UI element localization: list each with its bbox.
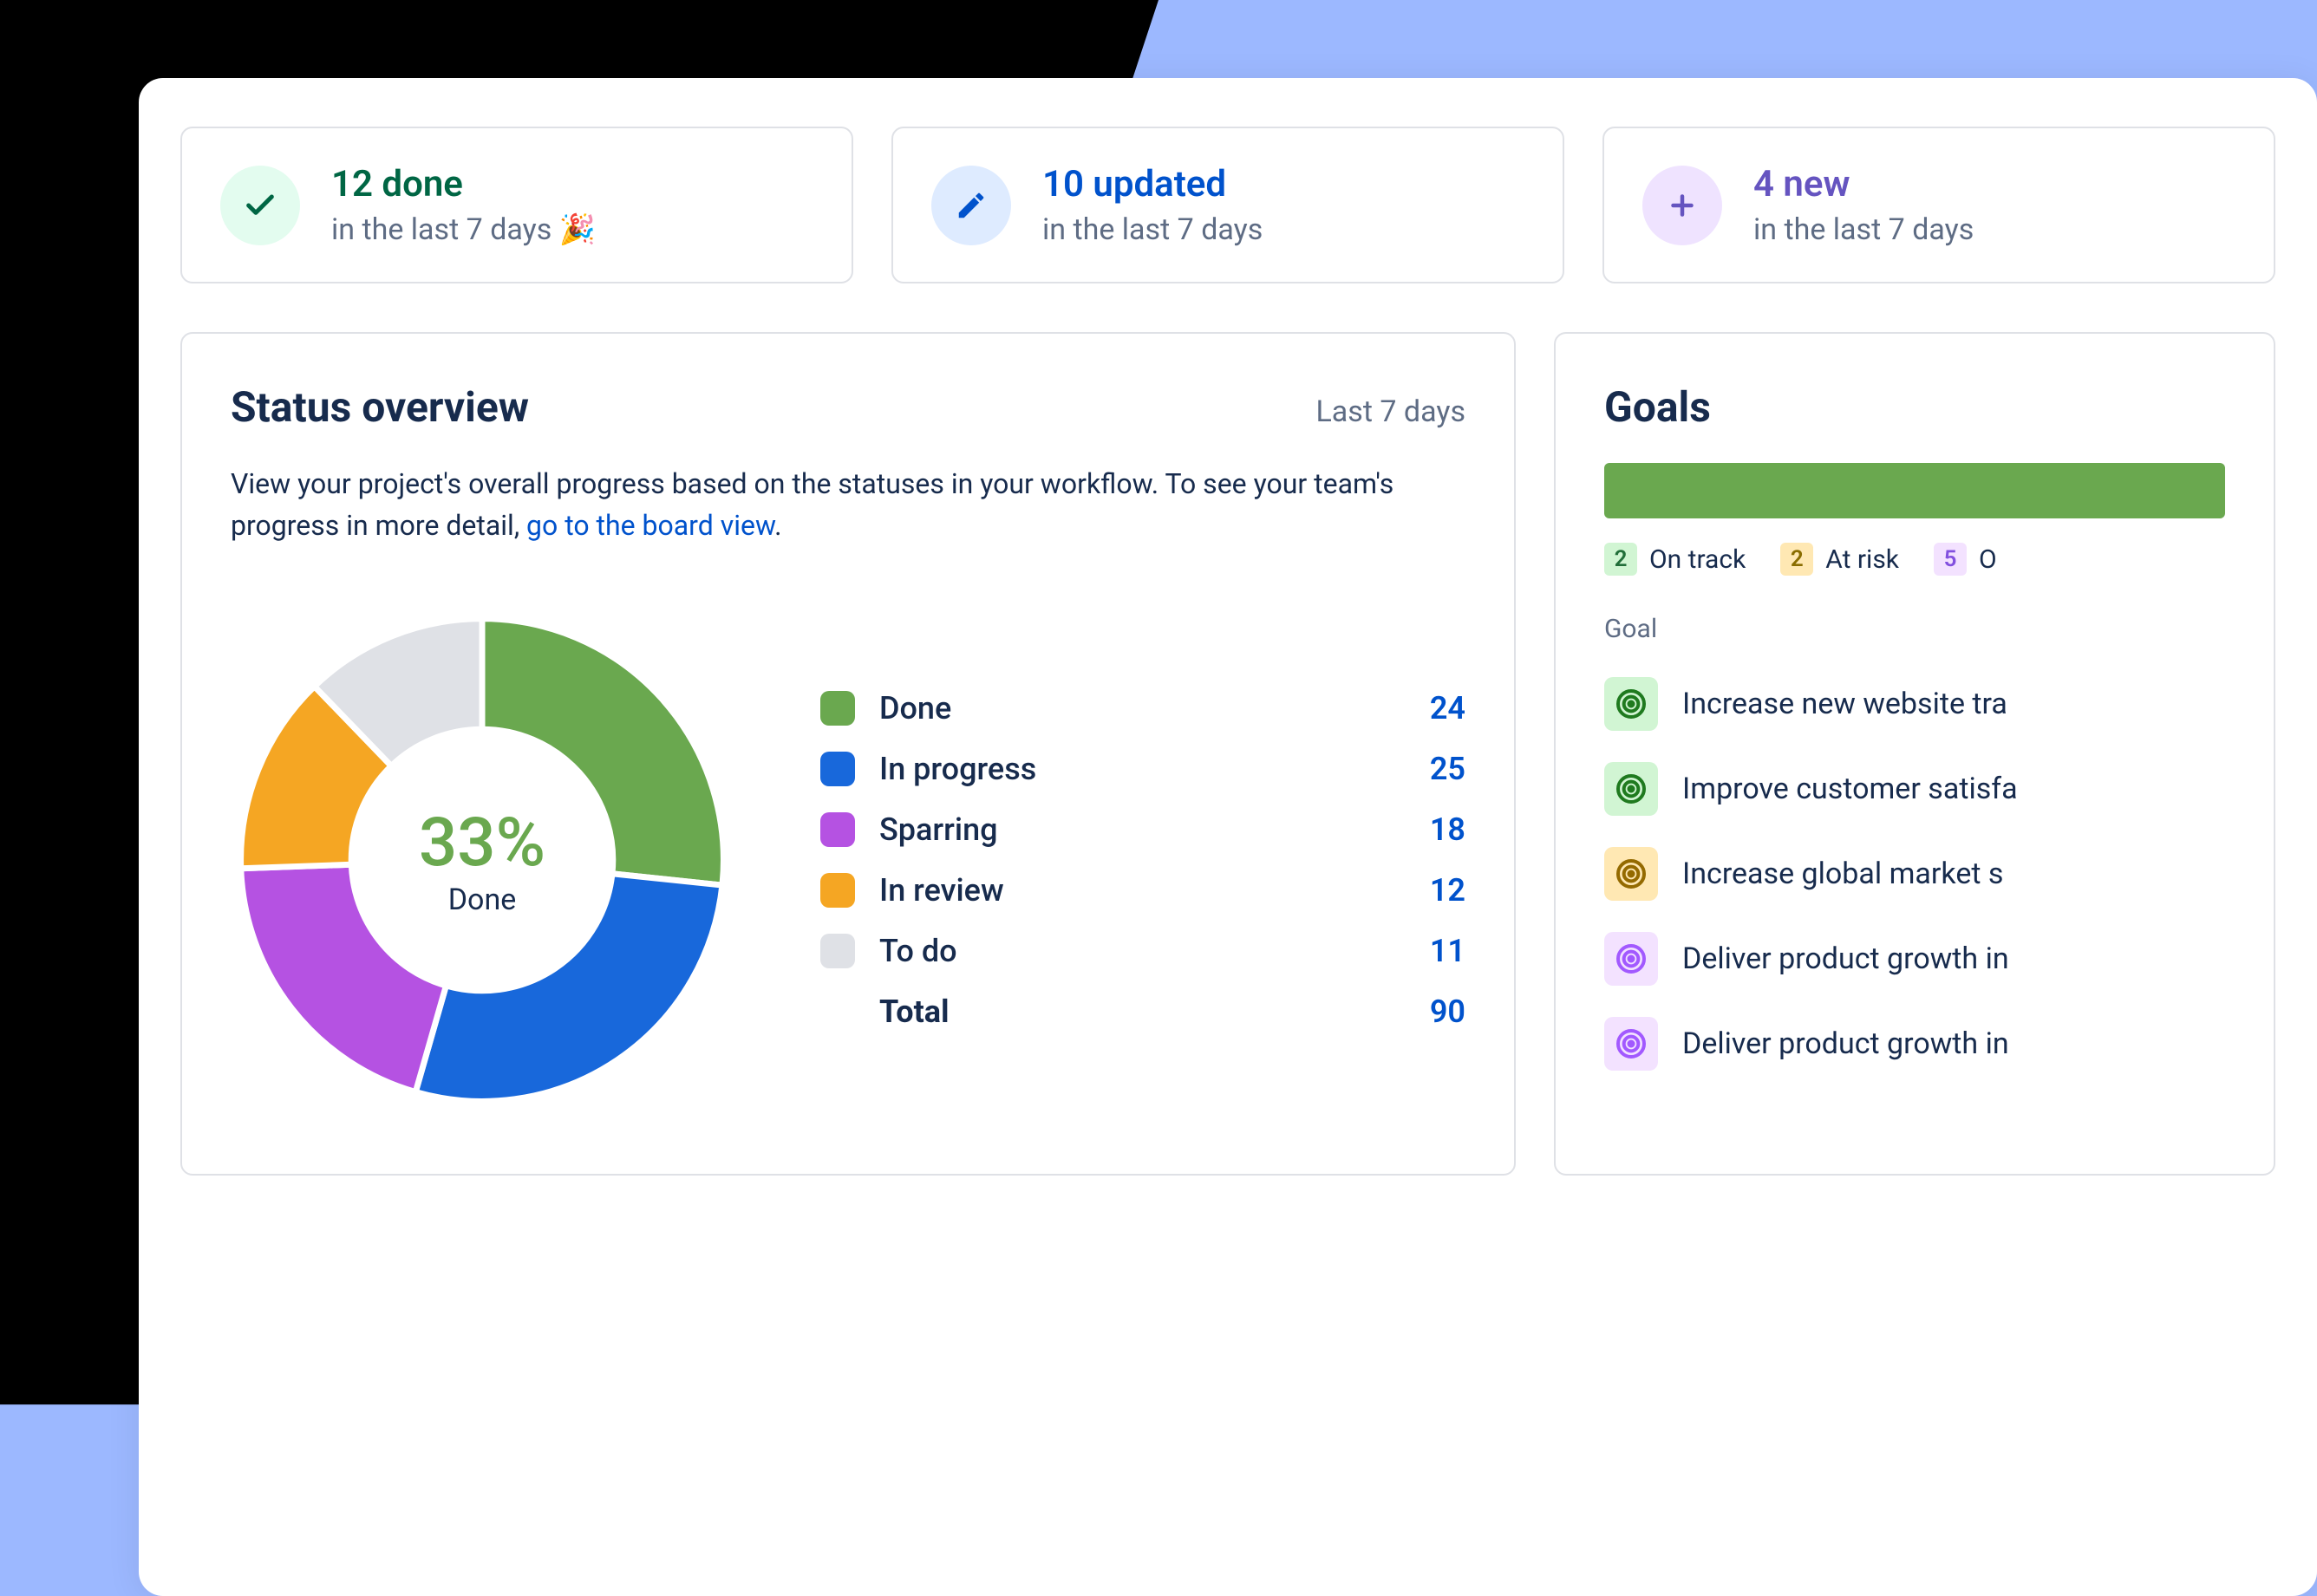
legend-value: 11: [1413, 933, 1465, 969]
target-icon: [1604, 847, 1658, 901]
goal-item[interactable]: Increase new website tra: [1604, 661, 2225, 746]
legend-row[interactable]: In review12: [820, 860, 1465, 921]
legend-value: 12: [1413, 872, 1465, 909]
goal-text: Increase global market s: [1682, 857, 2003, 891]
legend-label: To do: [879, 933, 1413, 969]
legend-row[interactable]: To do11: [820, 921, 1465, 981]
donut-percent: 33%: [419, 804, 545, 883]
legend-value: 24: [1413, 690, 1465, 726]
status-title: Status overview: [231, 382, 529, 432]
goal-count-badge: 5: [1934, 543, 1967, 576]
goal-text: Deliver product growth in: [1682, 1026, 2009, 1061]
stat-cards-row: 12 done in the last 7 days 🎉 10 updated …: [180, 127, 2275, 283]
goal-summary-item[interactable]: 5O: [1934, 543, 1997, 576]
stat-title: 12 done: [331, 163, 596, 205]
donut-label: Done: [448, 883, 517, 917]
legend-swatch: [820, 752, 855, 786]
plus-icon: [1642, 166, 1722, 245]
goals-summary: 2 On track 2 At risk 5O: [1604, 543, 2225, 576]
stat-subtitle: in the last 7 days: [1753, 212, 1974, 247]
stat-subtitle: in the last 7 days: [1042, 212, 1263, 247]
dashboard-panel: 12 done in the last 7 days 🎉 10 updated …: [139, 78, 2317, 1596]
legend-value: 18: [1413, 811, 1465, 848]
legend-label: Done: [879, 690, 1413, 726]
status-overview-card: Status overview Last 7 days View your pr…: [180, 332, 1516, 1176]
goals-progress-bar: [1604, 463, 2225, 518]
stat-subtitle: in the last 7 days 🎉: [331, 212, 596, 247]
goal-summary-label: On track: [1649, 544, 1746, 575]
legend-value: 25: [1413, 751, 1465, 787]
target-icon: [1604, 677, 1658, 731]
goal-summary-item[interactable]: 2 At risk: [1780, 543, 1899, 576]
legend-row[interactable]: Done24: [820, 678, 1465, 739]
target-icon: [1604, 1017, 1658, 1071]
goal-count-badge: 2: [1780, 543, 1813, 576]
stat-title: 10 updated: [1042, 163, 1263, 205]
legend-total-value: 90: [1413, 993, 1465, 1030]
status-range: Last 7 days: [1315, 394, 1465, 429]
goal-item[interactable]: Deliver product growth in: [1604, 1001, 2225, 1086]
goals-section-label: Goal: [1604, 614, 2225, 644]
status-legend: Done24In progress25Sparring18In review12…: [820, 678, 1465, 1042]
legend-label: Sparring: [879, 811, 1413, 848]
legend-swatch: [820, 873, 855, 908]
target-icon: [1604, 932, 1658, 986]
stat-card-done[interactable]: 12 done in the last 7 days 🎉: [180, 127, 853, 283]
legend-row[interactable]: Sparring18: [820, 799, 1465, 860]
goal-text: Deliver product growth in: [1682, 941, 2009, 976]
goals-list: Increase new website tra Improve customer…: [1604, 661, 2225, 1086]
pencil-icon: [931, 166, 1011, 245]
target-icon: [1604, 762, 1658, 816]
goal-count-badge: 2: [1604, 543, 1637, 576]
board-view-link[interactable]: go to the board view: [526, 509, 774, 542]
stat-card-updated[interactable]: 10 updated in the last 7 days: [891, 127, 1564, 283]
legend-row[interactable]: In progress25: [820, 739, 1465, 799]
goal-item[interactable]: Increase global market s: [1604, 831, 2225, 916]
legend-label: In progress: [879, 751, 1413, 787]
goal-item[interactable]: Improve customer satisfa: [1604, 746, 2225, 831]
legend-label: In review: [879, 872, 1413, 909]
goals-card: Goals 2 On track 2 At risk 5O Goal Increase …: [1554, 332, 2275, 1176]
goal-text: Improve customer satisfa: [1682, 772, 2018, 806]
legend-total-row: Total90: [820, 981, 1465, 1042]
goal-summary-item[interactable]: 2 On track: [1604, 543, 1746, 576]
stat-card-new[interactable]: 4 new in the last 7 days: [1602, 127, 2275, 283]
goal-summary-label: O: [1979, 544, 1997, 575]
legend-swatch: [820, 934, 855, 968]
legend-swatch: [820, 691, 855, 726]
status-donut-chart: 33% Done: [231, 609, 734, 1111]
check-icon: [220, 166, 300, 245]
goals-title: Goals: [1604, 382, 1711, 432]
legend-swatch: [820, 812, 855, 847]
stat-title: 4 new: [1753, 163, 1974, 205]
status-description: View your project's overall progress bas…: [231, 463, 1465, 546]
goal-summary-label: At risk: [1825, 544, 1899, 575]
goal-text: Increase new website tra: [1682, 687, 2007, 721]
goal-item[interactable]: Deliver product growth in: [1604, 916, 2225, 1001]
legend-total-label: Total: [879, 993, 1413, 1030]
